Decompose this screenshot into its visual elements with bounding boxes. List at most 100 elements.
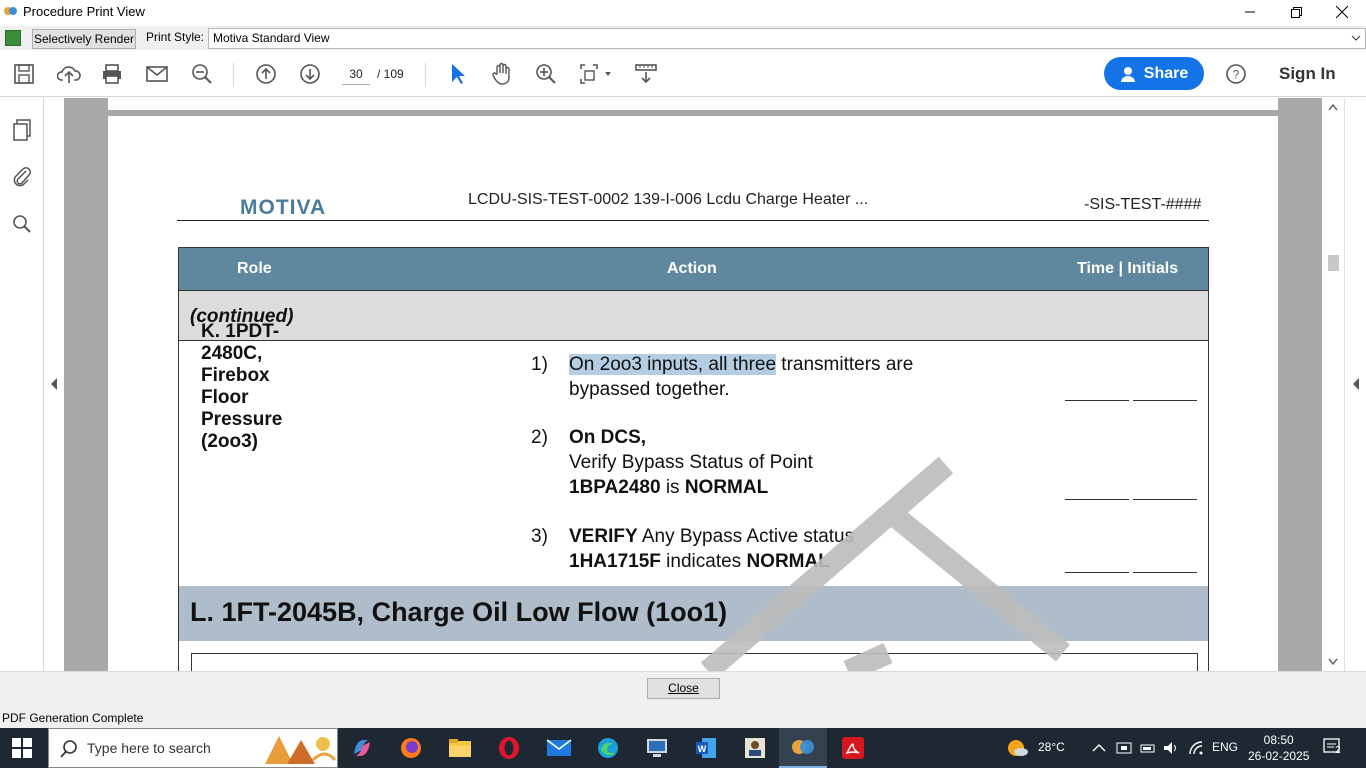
right-side-panel <box>1344 98 1366 671</box>
column-header-role: Role <box>237 260 272 277</box>
select-tool-button[interactable] <box>445 61 471 87</box>
print-button[interactable] <box>99 61 125 87</box>
remote-desktop-taskbar-icon[interactable] <box>643 734 671 762</box>
share-label: Share <box>1143 64 1189 82</box>
selectively-render-button[interactable]: Selectively Render <box>32 29 136 49</box>
battery-icon[interactable] <box>1140 741 1156 755</box>
help-button[interactable]: ? <box>1223 61 1249 87</box>
time-signature-line <box>1065 400 1129 401</box>
initials-signature-line <box>1133 572 1197 573</box>
mail-taskbar-icon[interactable] <box>545 734 573 762</box>
printer-icon <box>103 64 121 84</box>
weather-icon[interactable] <box>1007 737 1029 759</box>
pages-icon <box>13 119 31 141</box>
status-value: NORMAL <box>746 551 830 572</box>
toolbar-divider <box>425 63 426 87</box>
document-title: LCDU-SIS-TEST-0002 139-I-006 Lcdu Charge… <box>468 191 869 208</box>
status-bar <box>0 707 1366 728</box>
arrow-down-circle-icon <box>300 64 320 84</box>
language-indicator[interactable]: ENG <box>1212 740 1238 754</box>
copilot-taskbar-icon[interactable] <box>348 734 376 762</box>
hand-tool-button[interactable] <box>489 61 515 87</box>
file-explorer-taskbar-icon[interactable] <box>446 734 474 762</box>
scrollbar-track <box>1328 103 1339 666</box>
section-k-heading: K. 1PDT-2480C, Firebox Floor Pressure (2… <box>179 291 1208 452</box>
restore-button[interactable] <box>1273 0 1319 24</box>
step-text: is <box>660 477 685 498</box>
network-icon[interactable] <box>1188 741 1204 755</box>
close-window-button[interactable] <box>1319 0 1365 24</box>
acrobat-taskbar-icon[interactable] <box>839 734 867 762</box>
column-header-time-initials: Time | Initials <box>1077 260 1179 277</box>
procedure-table: Role Action Time | Initials K. 1PDT-2480… <box>178 247 1209 671</box>
close-button[interactable]: Close <box>647 678 720 699</box>
motiva-logo: MOTIVA <box>240 196 327 219</box>
step-number: 1) <box>531 354 548 375</box>
search-highlight-illustration <box>265 736 337 764</box>
tools-button[interactable] <box>633 61 659 87</box>
section-l-title: L. 1FT-2045B, Charge Oil Low Flow (1oo1) <box>190 597 728 627</box>
page-thumbnails-button[interactable] <box>10 118 34 142</box>
word-taskbar-icon[interactable]: W <box>692 734 720 762</box>
opera-taskbar-icon[interactable] <box>495 734 523 762</box>
section-l-heading: L. 1FT-2045B, Charge Oil Low Flow (1oo1) <box>179 586 1208 641</box>
document-id: -SIS-TEST-#### <box>1084 196 1202 213</box>
next-page-button[interactable] <box>297 61 323 87</box>
step-number: 3) <box>531 526 548 547</box>
left-side-panel <box>0 98 44 671</box>
fit-page-button[interactable] <box>578 61 614 87</box>
expand-right-panel-icon[interactable] <box>1352 378 1360 390</box>
canvas-margin-left <box>64 98 108 671</box>
initials-signature-line <box>1133 499 1197 500</box>
sign-in-link[interactable]: Sign In <box>1279 64 1336 84</box>
pdf-toolbar: 30 / 109 Share ? Sign In <box>0 51 1366 97</box>
print-style-select[interactable]: Motiva Standard View <box>208 28 1366 49</box>
weather-temperature[interactable]: 28°C <box>1038 740 1065 754</box>
step-text: transmitters are <box>776 354 914 375</box>
speaker-icon[interactable] <box>1163 741 1179 755</box>
minimize-button[interactable] <box>1227 0 1273 24</box>
title-bar: Procedure Print View <box>0 0 1366 24</box>
contacts-taskbar-icon[interactable] <box>741 734 769 762</box>
close-icon <box>1336 6 1348 18</box>
initials-signature-line <box>1133 400 1197 401</box>
zoom-in-button[interactable] <box>533 61 559 87</box>
system-clock[interactable]: 08:50 26-02-2025 <box>1248 732 1309 764</box>
restore-icon <box>1290 6 1302 18</box>
step-text: bypassed together. <box>569 379 730 400</box>
email-button[interactable] <box>144 61 170 87</box>
svg-text:?: ? <box>1233 68 1240 82</box>
page-number-input[interactable]: 30 <box>342 63 370 85</box>
save-button[interactable] <box>11 61 37 87</box>
notifications-button[interactable]: 2 <box>1322 736 1346 758</box>
hand-icon <box>492 62 510 85</box>
search-placeholder: Type here to search <box>87 740 211 756</box>
user-icon <box>1120 66 1135 82</box>
clock-date: 26-02-2025 <box>1248 749 1310 763</box>
procedure-app-taskbar-icon[interactable] <box>779 728 827 768</box>
table-header: Role Action Time | Initials <box>179 248 1208 291</box>
toolbar-divider <box>233 63 234 87</box>
zoom-out-icon <box>192 64 212 84</box>
attachments-button[interactable] <box>10 164 34 188</box>
zoom-out-button[interactable] <box>189 61 215 87</box>
collapse-left-panel-icon[interactable] <box>50 378 58 390</box>
previous-page-button[interactable] <box>253 61 279 87</box>
search-document-button[interactable] <box>10 212 34 236</box>
security-tray-icon[interactable] <box>1116 741 1132 755</box>
firefox-taskbar-icon[interactable] <box>397 734 425 762</box>
upload-button[interactable] <box>56 61 82 87</box>
search-icon <box>13 215 31 233</box>
svg-text:W: W <box>698 744 707 754</box>
vertical-scrollbar[interactable] <box>1322 98 1344 671</box>
highlighted-text[interactable]: On 2oo3 inputs, all three <box>569 354 777 375</box>
step-text: Verify Bypass Status of Point <box>569 452 813 473</box>
section-k-title: K. 1PDT-2480C, Firebox Floor Pressure (2… <box>201 321 283 452</box>
zoom-in-icon <box>536 64 556 84</box>
point-tag: 1HA1715F <box>569 551 661 572</box>
share-button[interactable]: Share <box>1104 57 1204 90</box>
edge-taskbar-icon[interactable] <box>594 734 622 762</box>
chevron-up-icon[interactable] <box>1092 743 1106 753</box>
document-canvas[interactable]: MOTIVA LCDU-SIS-TEST-0002 139-I-006 Lcdu… <box>44 98 1322 671</box>
windows-start-icon[interactable] <box>12 738 32 758</box>
